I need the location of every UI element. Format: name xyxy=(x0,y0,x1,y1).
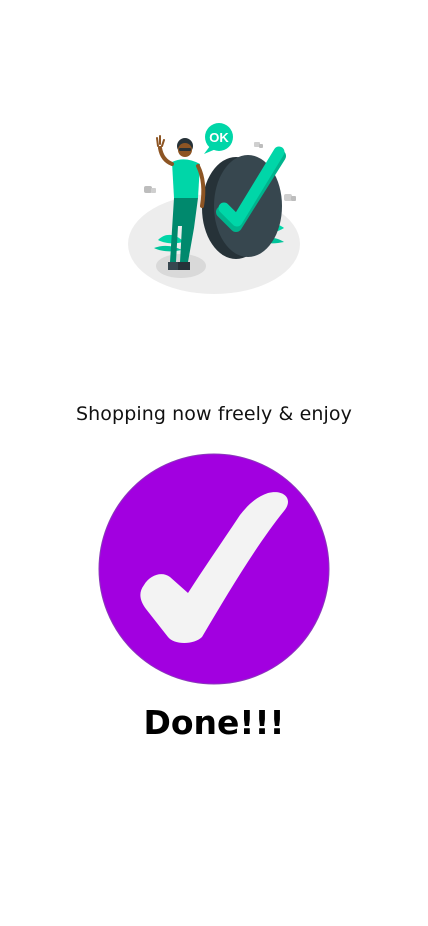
subtitle: Shopping now freely & enjoy xyxy=(76,403,352,425)
ok-illustration: OK xyxy=(128,123,300,294)
ok-bubble-text: OK xyxy=(209,130,229,145)
success-check-badge xyxy=(98,453,330,685)
done-title: Done!!! xyxy=(143,703,285,742)
